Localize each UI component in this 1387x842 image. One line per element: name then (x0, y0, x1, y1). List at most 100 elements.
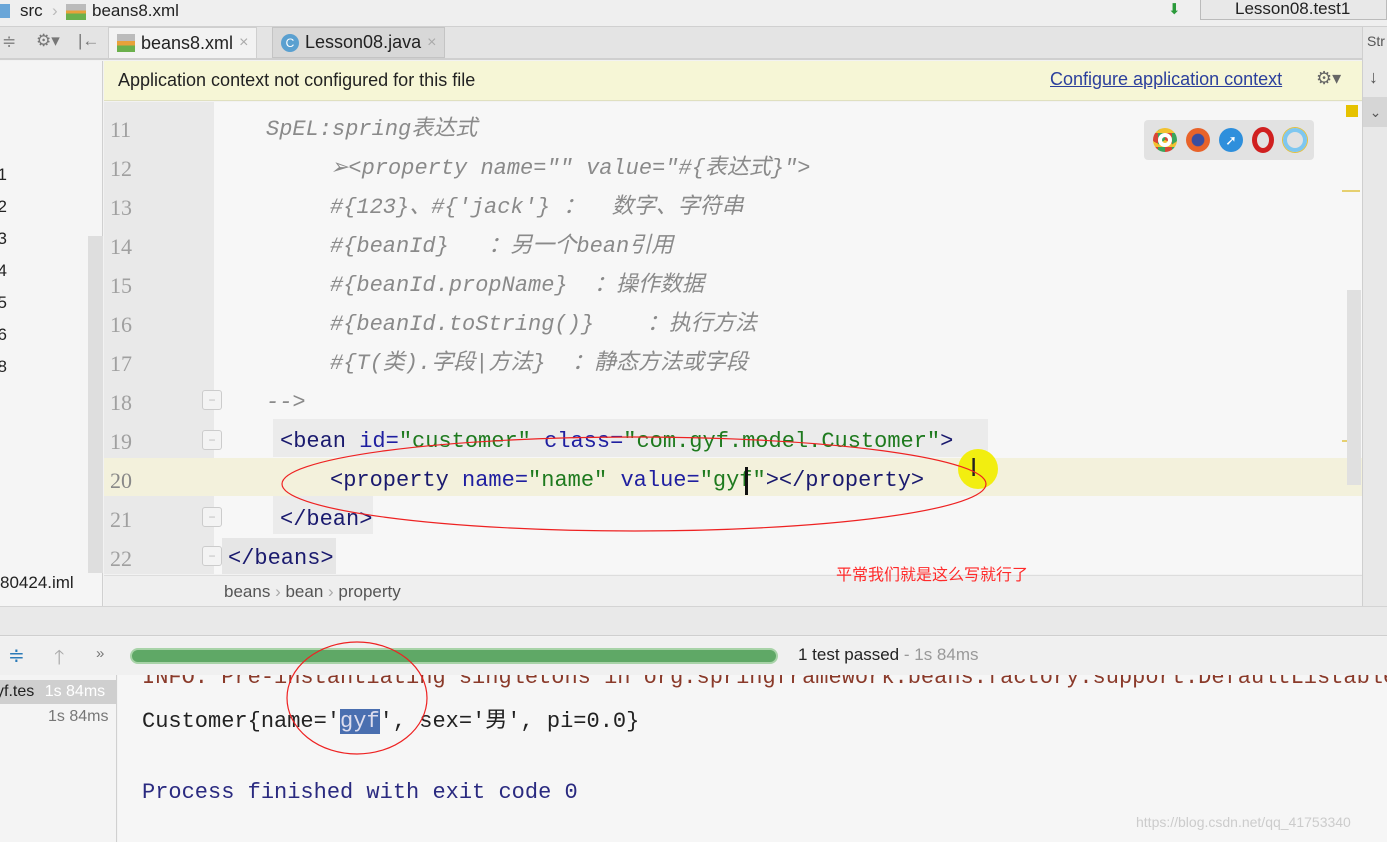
crumb-property[interactable]: property (338, 582, 400, 601)
gear-icon[interactable]: ⚙▾ (36, 31, 60, 51)
tree-item[interactable]: 01 (0, 159, 7, 191)
line-number: 12 (110, 156, 132, 181)
sort-icon[interactable]: ↓ (1369, 67, 1378, 88)
code-token: "customer" (398, 429, 545, 454)
code-token: --> (266, 390, 306, 415)
fold-icon[interactable]: − (202, 507, 222, 527)
tab-label: Lesson08.java (305, 32, 422, 52)
project-panel: 01 02 03 04 05 06 08 80424.iml (0, 61, 103, 606)
crumb-bean[interactable]: bean (285, 582, 323, 601)
code-line: </beans> (228, 539, 334, 578)
close-icon[interactable]: × (239, 34, 248, 52)
test-time: 1s 84ms (44, 683, 106, 700)
firefox-icon[interactable] (1186, 128, 1210, 152)
chrome-icon[interactable] (1153, 128, 1177, 152)
tree-item[interactable]: 05 (0, 287, 7, 319)
code-token: </bean> (280, 507, 373, 532)
error-stripe-mark[interactable] (1342, 190, 1360, 192)
line-number: 16 (110, 312, 132, 337)
tree-item-iml[interactable]: 80424.iml (0, 573, 74, 593)
java-class-icon: C (281, 33, 299, 52)
code-line: ➢<property name="" value="#{表达式}"> (330, 149, 811, 188)
console-exit-line: Process finished with exit code 0 (142, 780, 578, 805)
xml-file-icon (117, 34, 135, 52)
line-number: 19 (110, 429, 132, 454)
code-token: #{beanId} ：另一个bean引用 (330, 234, 674, 259)
code-line: #{beanId.propName} ：操作数据 (330, 266, 704, 305)
collapse-icon[interactable]: ≑ (2, 32, 16, 52)
warning-marker[interactable] (1346, 105, 1358, 117)
selected-text: gyf (340, 709, 380, 734)
code-line: #{beanId.toString()} ：执行方法 (330, 305, 757, 344)
text-cursor (745, 467, 748, 495)
line-number: 17 (110, 351, 132, 376)
opera-icon[interactable] (1252, 127, 1274, 153)
structure-tab[interactable]: Str (1367, 33, 1385, 49)
project-tree: 01 02 03 04 05 06 08 (0, 159, 7, 383)
tab-beans8-xml[interactable]: beans8.xml × (108, 27, 258, 58)
editor-scrollbar[interactable] (1347, 290, 1361, 485)
structure-strip: Str ↓ ⌄ (1362, 27, 1387, 607)
collapse-all-icon[interactable]: ≑ (8, 643, 25, 668)
scrollbar[interactable] (88, 236, 103, 573)
watermark: https://blog.csdn.net/qq_41753340 (1136, 814, 1351, 830)
chevron-down-icon[interactable]: ⌄ (1363, 97, 1387, 127)
code-token: #{beanId.toString()} ：执行方法 (330, 312, 757, 337)
test-status: 1 test passed - 1s 84ms (798, 645, 979, 665)
breadcrumb-src[interactable]: src (20, 1, 43, 21)
line-number: 22 (110, 546, 132, 571)
more-icon[interactable]: » (96, 645, 104, 662)
chevron-right-icon: › (52, 1, 58, 20)
panel-divider[interactable] (0, 606, 1387, 636)
line-number: 14 (110, 234, 132, 259)
code-line: </bean> (280, 500, 372, 539)
fold-icon[interactable]: − (202, 430, 222, 450)
line-number: 13 (110, 195, 132, 220)
line-number: 15 (110, 273, 132, 298)
notification-banner: Application context not configured for t… (104, 61, 1362, 101)
configure-context-link[interactable]: Configure application context (1050, 69, 1282, 90)
code-token: "com.gyf.model.Customer" (623, 429, 941, 454)
close-icon[interactable]: × (427, 34, 436, 52)
console-info-line: INFO: Pre-instantiating singletons in or… (142, 675, 1387, 690)
gear-icon[interactable]: ⚙▾ (1316, 68, 1341, 89)
code-token: id= (359, 429, 399, 454)
tree-item[interactable]: 04 (0, 255, 7, 287)
tree-item[interactable]: 08 (0, 351, 7, 383)
line-number: 21 (110, 507, 132, 532)
test-tree: yf.tes 1s 84ms 1s 84ms (0, 675, 117, 842)
line-number: 11 (110, 117, 132, 142)
browser-popup: ➚ (1144, 120, 1314, 160)
up-arrow-icon[interactable]: 🡑 (54, 643, 64, 677)
code-line: --> (266, 383, 306, 422)
code-token: <bean (280, 429, 360, 454)
line-number: 20 (110, 468, 132, 493)
tree-item[interactable]: 06 (0, 319, 7, 351)
run-config-select[interactable]: Lesson08.test1 (1200, 0, 1387, 20)
ie-icon[interactable] (1283, 128, 1307, 152)
code-token: class= (544, 429, 624, 454)
code-token: value= (620, 468, 700, 493)
tree-item[interactable]: 02 (0, 191, 7, 223)
line-number: 18 (110, 390, 132, 415)
test-name: yf.tes (0, 683, 35, 700)
code-token: </beans> (228, 546, 334, 571)
hide-panel-icon[interactable]: |← (78, 31, 99, 51)
test-tree-item[interactable]: yf.tes 1s 84ms (0, 680, 117, 704)
code-token: <property (330, 468, 463, 493)
code-token: "gyf" (699, 468, 766, 493)
tree-item[interactable]: 03 (0, 223, 7, 255)
breadcrumb-file[interactable]: beans8.xml (92, 1, 179, 21)
xml-file-icon (66, 4, 86, 20)
safari-icon[interactable]: ➚ (1219, 128, 1243, 152)
build-icon[interactable]: ⬇ (1168, 0, 1181, 18)
tab-lesson08-java[interactable]: C Lesson08.java × (272, 27, 446, 58)
test-duration: - 1s 84ms (903, 645, 979, 664)
console-output-line: Customer{name='gyf', sex='男', pi=0.0} (142, 709, 640, 734)
test-time: 1s 84ms (48, 708, 109, 725)
tab-label: beans8.xml (141, 32, 234, 53)
fold-icon[interactable]: − (202, 390, 222, 410)
code-token: ➢<property name="" value="#{表达式}"> (330, 156, 811, 181)
crumb-beans[interactable]: beans (224, 582, 270, 601)
fold-icon[interactable]: − (202, 546, 222, 566)
